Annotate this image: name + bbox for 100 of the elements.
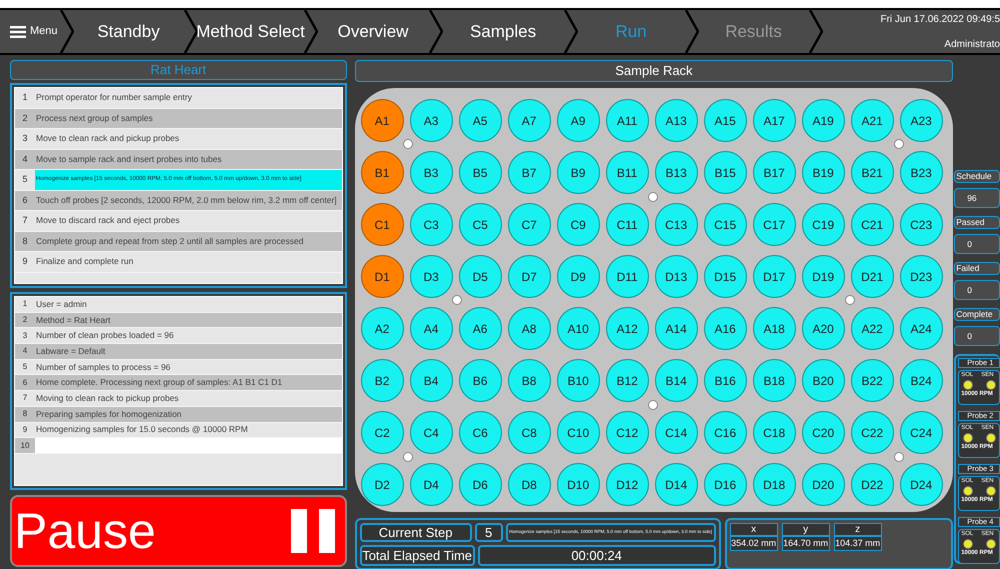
sample-well[interactable]: C24 <box>900 411 943 454</box>
sample-well[interactable]: B13 <box>654 151 698 194</box>
sample-well[interactable]: A18 <box>752 307 796 350</box>
sample-well[interactable]: C5 <box>458 203 502 246</box>
sample-well[interactable]: C11 <box>606 203 649 246</box>
sample-well[interactable]: B2 <box>360 359 404 402</box>
sample-well[interactable]: D20 <box>802 463 845 506</box>
sample-well[interactable]: B10 <box>556 359 600 402</box>
sample-well[interactable]: D1 <box>360 255 404 298</box>
sample-well[interactable]: C21 <box>850 203 894 246</box>
sample-well[interactable]: C9 <box>556 203 600 246</box>
sample-well[interactable]: A3 <box>410 99 453 142</box>
sample-well[interactable]: B3 <box>410 151 453 194</box>
pause-button[interactable]: Pause <box>10 495 347 567</box>
sample-well[interactable]: B21 <box>850 151 894 194</box>
nav-tab[interactable]: Standby <box>74 10 184 53</box>
sample-well[interactable]: D13 <box>654 255 698 298</box>
sample-well[interactable]: A1 <box>360 99 404 142</box>
sample-well[interactable]: B22 <box>850 359 894 402</box>
sample-well[interactable]: A24 <box>900 307 943 350</box>
menu-button[interactable]: Menu <box>0 10 60 53</box>
sample-well[interactable]: A17 <box>752 99 796 142</box>
sample-well[interactable]: A22 <box>850 307 894 350</box>
step-row[interactable]: 2 Process next group of samples <box>15 108 342 129</box>
sample-well[interactable]: B4 <box>410 359 453 402</box>
step-row[interactable]: 6 Touch off probes [2 seconds, 12000 RPM, 2.0 mm below rim, 3.2 mm off center] <box>15 190 342 211</box>
sample-well[interactable]: A21 <box>850 99 894 142</box>
sample-well[interactable]: A12 <box>606 307 649 350</box>
sample-well[interactable]: D24 <box>900 463 943 506</box>
sample-well[interactable]: C3 <box>410 203 453 246</box>
sample-well[interactable]: C20 <box>802 411 845 454</box>
sample-well[interactable]: B6 <box>458 359 502 402</box>
sample-well[interactable]: B7 <box>508 151 551 194</box>
sample-well[interactable]: B14 <box>654 359 698 402</box>
step-row[interactable]: 4 Move to sample rack and insert probes into tubes <box>15 150 342 170</box>
sample-well[interactable]: D15 <box>704 255 747 298</box>
sample-well[interactable]: C17 <box>752 203 796 246</box>
sample-well[interactable]: D7 <box>508 255 551 298</box>
sample-well[interactable]: B20 <box>802 359 845 402</box>
sample-well[interactable]: A10 <box>556 307 600 350</box>
sample-well[interactable]: A6 <box>458 307 502 350</box>
sample-well[interactable]: D18 <box>752 463 796 506</box>
sample-well[interactable]: C15 <box>704 203 747 246</box>
sample-well[interactable]: A20 <box>802 307 845 350</box>
nav-tab[interactable]: Method Select <box>198 10 304 53</box>
sample-well[interactable]: C19 <box>802 203 845 246</box>
step-row[interactable]: 8 Complete group and repeat from step 2 until all samples are processed <box>15 232 342 252</box>
sample-well[interactable]: D6 <box>458 463 502 506</box>
sample-well[interactable]: B19 <box>802 151 845 194</box>
sample-well[interactable]: D11 <box>606 255 649 298</box>
sample-well[interactable]: A8 <box>508 307 551 350</box>
sample-well[interactable]: C13 <box>654 203 698 246</box>
sample-well[interactable]: B16 <box>704 359 747 402</box>
sample-well[interactable]: D8 <box>508 463 551 506</box>
sample-well[interactable]: C7 <box>508 203 551 246</box>
sample-well[interactable]: D5 <box>458 255 502 298</box>
sample-well[interactable]: D10 <box>556 463 600 506</box>
sample-well[interactable]: D9 <box>556 255 600 298</box>
sample-well[interactable]: D16 <box>704 463 747 506</box>
sample-well[interactable]: C2 <box>360 411 404 454</box>
sample-well[interactable]: A23 <box>900 99 943 142</box>
sample-well[interactable]: D21 <box>850 255 894 298</box>
nav-tab[interactable]: Overview <box>318 10 429 53</box>
sample-well[interactable]: A13 <box>654 99 698 142</box>
sample-well[interactable]: C8 <box>508 411 551 454</box>
sample-well[interactable]: C14 <box>654 411 698 454</box>
sample-well[interactable]: D12 <box>606 463 649 506</box>
sample-well[interactable]: D2 <box>360 463 404 506</box>
sample-well[interactable]: A5 <box>458 99 502 142</box>
sample-well[interactable]: B9 <box>556 151 600 194</box>
sample-well[interactable]: A7 <box>508 99 551 142</box>
sample-well[interactable]: D23 <box>900 255 943 298</box>
sample-well[interactable]: A9 <box>556 99 600 142</box>
sample-well[interactable]: B18 <box>752 359 796 402</box>
sample-well[interactable]: C12 <box>606 411 649 454</box>
sample-well[interactable]: B5 <box>458 151 502 194</box>
sample-well[interactable]: C18 <box>752 411 796 454</box>
nav-tab[interactable]: Samples <box>442 10 564 53</box>
sample-well[interactable]: D19 <box>802 255 845 298</box>
sample-well[interactable]: C6 <box>458 411 502 454</box>
sample-well[interactable]: C16 <box>704 411 747 454</box>
sample-well[interactable]: C1 <box>360 203 404 246</box>
sample-well[interactable]: C4 <box>410 411 453 454</box>
sample-well[interactable]: B23 <box>900 151 943 194</box>
sample-well[interactable]: A4 <box>410 307 453 350</box>
sample-well[interactable]: B17 <box>752 151 796 194</box>
sample-well[interactable]: D22 <box>850 463 894 506</box>
sample-well[interactable]: A15 <box>704 99 747 142</box>
sample-well[interactable]: C22 <box>850 411 894 454</box>
sample-well[interactable]: A19 <box>802 99 845 142</box>
sample-well[interactable]: A2 <box>360 307 404 350</box>
sample-well[interactable]: B11 <box>606 151 649 194</box>
sample-well[interactable]: C23 <box>900 203 943 246</box>
sample-well[interactable]: A14 <box>654 307 698 350</box>
sample-well[interactable]: B1 <box>360 151 404 194</box>
sample-well[interactable]: C10 <box>556 411 600 454</box>
sample-well[interactable]: B8 <box>508 359 551 402</box>
sample-well[interactable]: D17 <box>752 255 796 298</box>
sample-well[interactable]: A11 <box>606 99 649 142</box>
sample-well[interactable]: D3 <box>410 255 453 298</box>
